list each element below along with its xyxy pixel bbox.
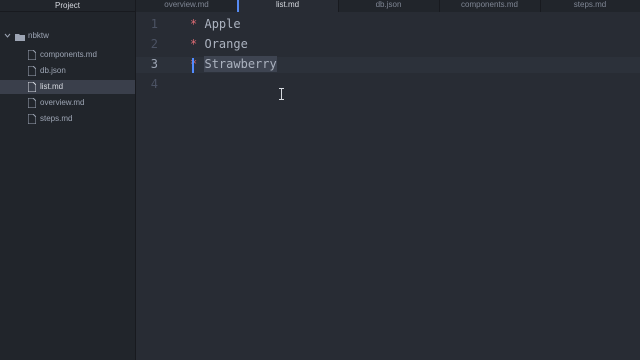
code-line[interactable]: * Apple — [190, 17, 241, 31]
file-label: db.json — [40, 66, 66, 75]
file-label: components.md — [40, 50, 97, 59]
folder-nbktw[interactable]: nbktw — [0, 30, 135, 44]
tab-overview-md[interactable]: overview.md — [136, 0, 238, 12]
line-number: 2 — [150, 37, 158, 51]
file-item-components-md[interactable]: components.md — [0, 48, 135, 62]
file-icon — [28, 50, 36, 60]
file-item-db-json[interactable]: db.json — [0, 64, 135, 78]
file-icon — [28, 82, 36, 92]
ibeam-cursor-icon — [279, 88, 284, 100]
file-item-list-md[interactable]: list.md — [0, 80, 135, 94]
chevron-down-icon — [4, 33, 11, 38]
file-icon — [28, 98, 36, 108]
code-line[interactable]: * Strawberry — [190, 56, 277, 72]
file-label: overview.md — [40, 98, 85, 107]
file-icon — [28, 66, 36, 76]
tree-view: Project nbktw components.md db.json list… — [0, 0, 136, 360]
text-cursor — [192, 58, 194, 73]
folder-label: nbktw — [28, 31, 49, 40]
tab-components-md[interactable]: components.md — [439, 0, 541, 12]
line-number: 3 — [150, 57, 158, 71]
tree-view-title: Project — [0, 0, 135, 12]
file-item-steps-md[interactable]: steps.md — [0, 112, 135, 126]
list-item-text: Apple — [204, 17, 241, 31]
folder-icon — [15, 34, 25, 41]
selected-text: Strawberry — [204, 56, 277, 72]
tab-bar: overview.md list.md db.json components.m… — [136, 0, 640, 12]
list-bullet: * — [190, 37, 198, 51]
list-bullet: * — [190, 17, 198, 31]
tab-list-md[interactable]: list.md — [237, 0, 339, 12]
file-label: list.md — [40, 82, 64, 91]
file-label: steps.md — [40, 114, 73, 123]
code-line[interactable]: * Orange — [190, 37, 248, 51]
text-editor[interactable]: 1 2 3 4 * Apple * Orange * Strawberry — [136, 12, 640, 360]
tab-db-json[interactable]: db.json — [338, 0, 440, 12]
tab-steps-md[interactable]: steps.md — [540, 0, 640, 12]
list-item-text: Orange — [204, 37, 248, 51]
file-icon — [28, 114, 36, 124]
file-item-overview-md[interactable]: overview.md — [0, 96, 135, 110]
line-number: 1 — [150, 17, 158, 31]
line-number: 4 — [150, 77, 158, 91]
